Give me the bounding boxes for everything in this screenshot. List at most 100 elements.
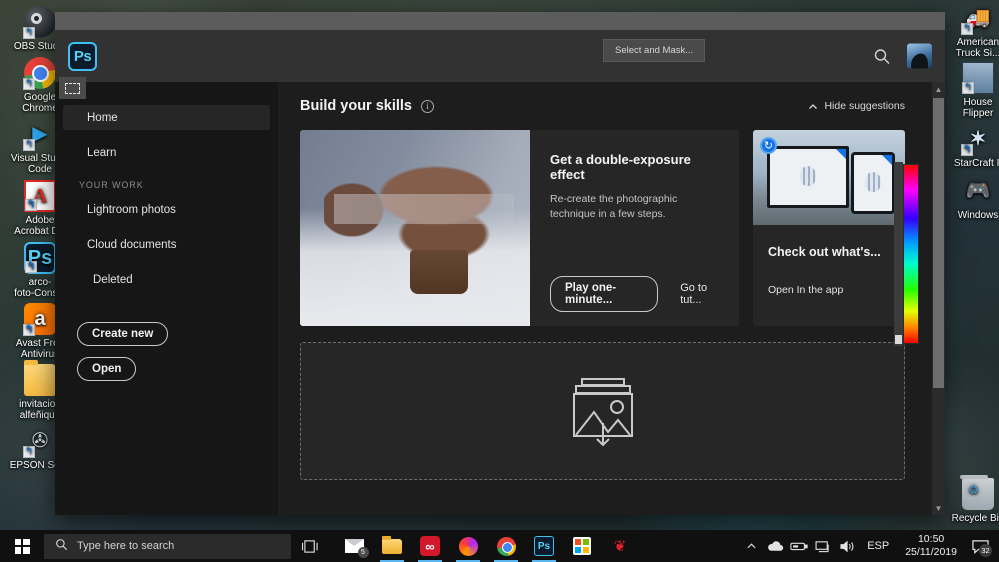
search-icon[interactable] (873, 47, 891, 65)
microsoft-store-icon (573, 537, 591, 555)
import-image-icon (566, 375, 640, 447)
battery-icon[interactable] (787, 530, 811, 562)
select-and-mask-button[interactable]: Select and Mask... (603, 39, 706, 62)
adobe-acrobat-icon: A (24, 180, 56, 212)
house-flipper-shortcut[interactable]: House Flipper (941, 62, 999, 119)
main-scrollbar[interactable]: ▲ ▼ (932, 82, 945, 515)
tutorial-card-actions: Play one-minute... Go to tut... (550, 276, 721, 312)
desktop-icon-label: Recycle Bin (951, 513, 999, 524)
shortcut-arrow-icon (23, 139, 35, 151)
firefox-icon (458, 536, 478, 556)
google-chrome-taskbar-button[interactable] (487, 530, 525, 562)
sidebar-item-label: Home (87, 111, 118, 124)
file-explorer-taskbar-button[interactable] (373, 530, 411, 562)
onedrive-icon[interactable] (763, 530, 787, 562)
language-indicator[interactable]: ESP (859, 540, 897, 552)
mail-icon: 5 (344, 539, 369, 558)
build-your-skills-header: Build your skills i Hide suggestions (300, 82, 945, 130)
cherry-app-taskbar-button[interactable]: ❦ (601, 530, 639, 562)
hue-slider-thumb[interactable] (894, 334, 903, 345)
hide-suggestions-button[interactable]: Hide suggestions (808, 100, 905, 112)
bison-illustration (324, 152, 524, 294)
google-chrome-icon (23, 57, 56, 90)
open-in-the-app-link[interactable]: Open In the app (768, 284, 890, 296)
american-truck-simulator-icon: 🚚 (961, 2, 994, 35)
desktop-icon-label: Windows (957, 210, 999, 221)
sidebar-item-learn[interactable]: Learn (63, 140, 270, 165)
go-to-tutorial-link[interactable]: Go to tut... (680, 282, 721, 306)
sidebar-item-home[interactable]: Home (63, 105, 270, 130)
sidebar-actions: Create new Open (55, 322, 278, 392)
cloud-documents-devices-thumbnail: ↻ (753, 130, 905, 225)
taskbar-pinned-apps: 5 ∞ Ps ❦ (335, 530, 639, 562)
starcraft-ii-icon: ✶ (961, 123, 994, 156)
sidebar-item-label: Cloud documents (87, 238, 177, 251)
desktop-icon-label: American Truck Si... (955, 37, 999, 59)
double-exposure-bison-thumbnail (300, 130, 530, 326)
create-new-button[interactable]: Create new (77, 322, 169, 346)
tutorial-card-body: Get a double-exposure effect Re-create t… (530, 130, 739, 326)
search-icon (55, 538, 68, 554)
obs-studio-icon (23, 6, 56, 39)
tutorial-card[interactable]: Get a double-exposure effect Re-create t… (300, 130, 739, 326)
microsoft-store-taskbar-button[interactable] (563, 530, 601, 562)
volume-icon[interactable] (835, 530, 859, 562)
scroll-down-arrow-icon[interactable]: ▼ (932, 501, 945, 515)
image-dropzone[interactable] (300, 342, 905, 480)
sidebar-item-cloud-documents[interactable]: Cloud documents (63, 232, 270, 257)
user-avatar[interactable] (907, 43, 932, 69)
balloon-illustration (800, 166, 816, 186)
start-button[interactable] (0, 530, 44, 562)
hue-color-slider[interactable] (903, 164, 919, 344)
photoshop-window: Ps Select and Mask... Home Learn YOUR WO… (55, 12, 945, 515)
info-icon[interactable]: i (421, 99, 434, 113)
starcraft-ii-shortcut[interactable]: ✶ StarCraft II (941, 123, 999, 170)
balloon-illustration (865, 172, 881, 192)
photoshop-file-icon: Ps (24, 242, 56, 274)
creative-cloud-taskbar-button[interactable]: ∞ (411, 530, 449, 562)
hue-slider-track[interactable] (894, 162, 903, 346)
open-button[interactable]: Open (77, 357, 137, 381)
clock-time: 10:50 (917, 533, 945, 545)
sidebar-item-label: Learn (87, 146, 117, 159)
tablet-illustration (851, 152, 895, 214)
creative-cloud-icon: ∞ (420, 536, 440, 556)
photoshop-taskbar-button[interactable]: Ps (525, 530, 563, 562)
laptop-illustration (767, 146, 849, 208)
photoshop-header-bar: Ps Select and Mask... (55, 30, 945, 82)
recycle-bin-shortcut[interactable]: Recycle Bin (941, 475, 999, 524)
network-icon[interactable] (811, 530, 835, 562)
page-title: Build your skills (300, 98, 412, 114)
task-view-icon[interactable] (291, 530, 329, 562)
windows-games-shortcut[interactable]: 🎮 Windows (941, 175, 999, 222)
play-one-minute-button[interactable]: Play one-minute... (550, 276, 659, 312)
window-title-bar[interactable] (55, 12, 945, 30)
clock[interactable]: 10:50 25/11/2019 (897, 533, 965, 559)
scroll-up-arrow-icon[interactable]: ▲ (932, 82, 945, 96)
visual-studio-code-icon: ▶ (23, 118, 56, 151)
show-hidden-icons-chevron[interactable] (739, 530, 763, 562)
sidebar-item-deleted[interactable]: Deleted (63, 267, 270, 292)
cherry-app-icon: ❦ (613, 538, 627, 555)
american-truck-simulator-shortcut[interactable]: 🚚American Truck Si... (941, 2, 999, 60)
hide-suggestions-label: Hide suggestions (824, 100, 905, 112)
action-center-icon[interactable]: 32 (965, 530, 995, 562)
scrollbar-thumb[interactable] (933, 98, 944, 388)
mail-taskbar-button[interactable]: 5 (335, 530, 373, 562)
folder-icon (24, 360, 56, 396)
house-flipper-icon (962, 62, 994, 94)
search-placeholder-text: Type here to search (77, 540, 175, 552)
rectangular-marquee-tool-icon[interactable] (59, 77, 86, 99)
cloud-sync-icon: ↻ (760, 137, 777, 154)
shortcut-arrow-icon (961, 144, 973, 156)
photoshop-icon: Ps (534, 536, 554, 556)
firefox-taskbar-button[interactable] (449, 530, 487, 562)
photoshop-logo-icon[interactable]: Ps (68, 41, 97, 71)
sidebar-item-lightroom-photos[interactable]: Lightroom photos (63, 197, 270, 222)
file-explorer-icon (382, 535, 402, 554)
app-promo-card[interactable]: ↻ Check out what's... Open In the app (753, 130, 905, 326)
taskbar-search-box[interactable]: Type here to search (44, 533, 291, 559)
